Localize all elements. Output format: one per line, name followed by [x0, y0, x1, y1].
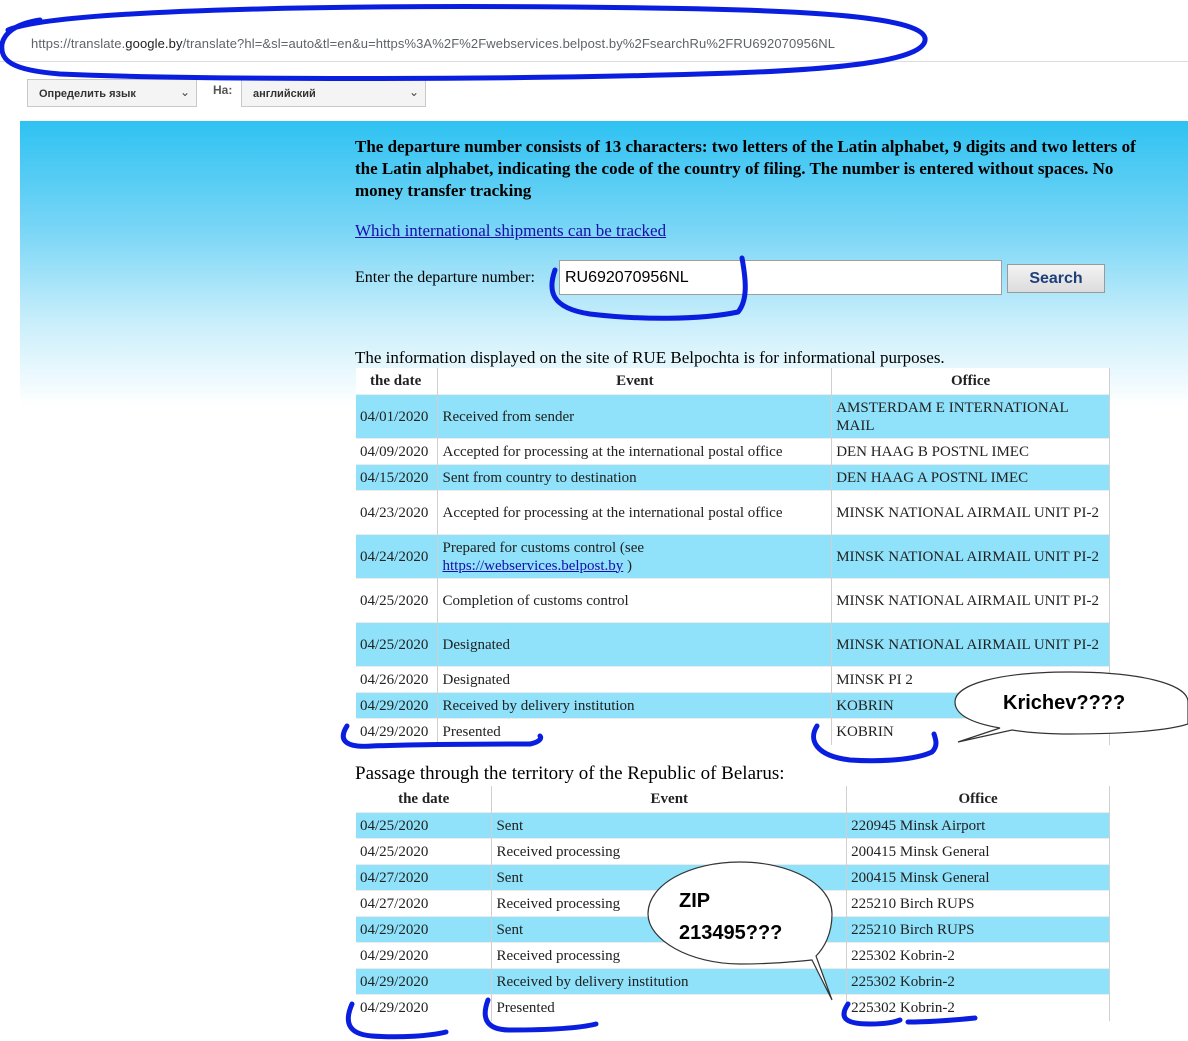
zip-bubble-text-line2: 213495??? — [679, 922, 783, 944]
zip-underline-annotation — [841, 1001, 903, 1027]
row-underline-annotation — [340, 723, 544, 749]
office-underline-annotation — [811, 723, 939, 764]
number-underline-annotation — [549, 255, 748, 321]
zip-bubble-text-line1: ZIP — [679, 890, 711, 912]
url-circle-annotation — [0, 4, 928, 81]
event-underline-annotation — [482, 997, 599, 1033]
annotation-overlay — [0, 4, 1188, 1040]
city-underline-annotation — [905, 1015, 978, 1025]
krichev-bubble-text: Krichev???? — [1003, 692, 1126, 714]
date-underline-annotation — [345, 1001, 449, 1040]
